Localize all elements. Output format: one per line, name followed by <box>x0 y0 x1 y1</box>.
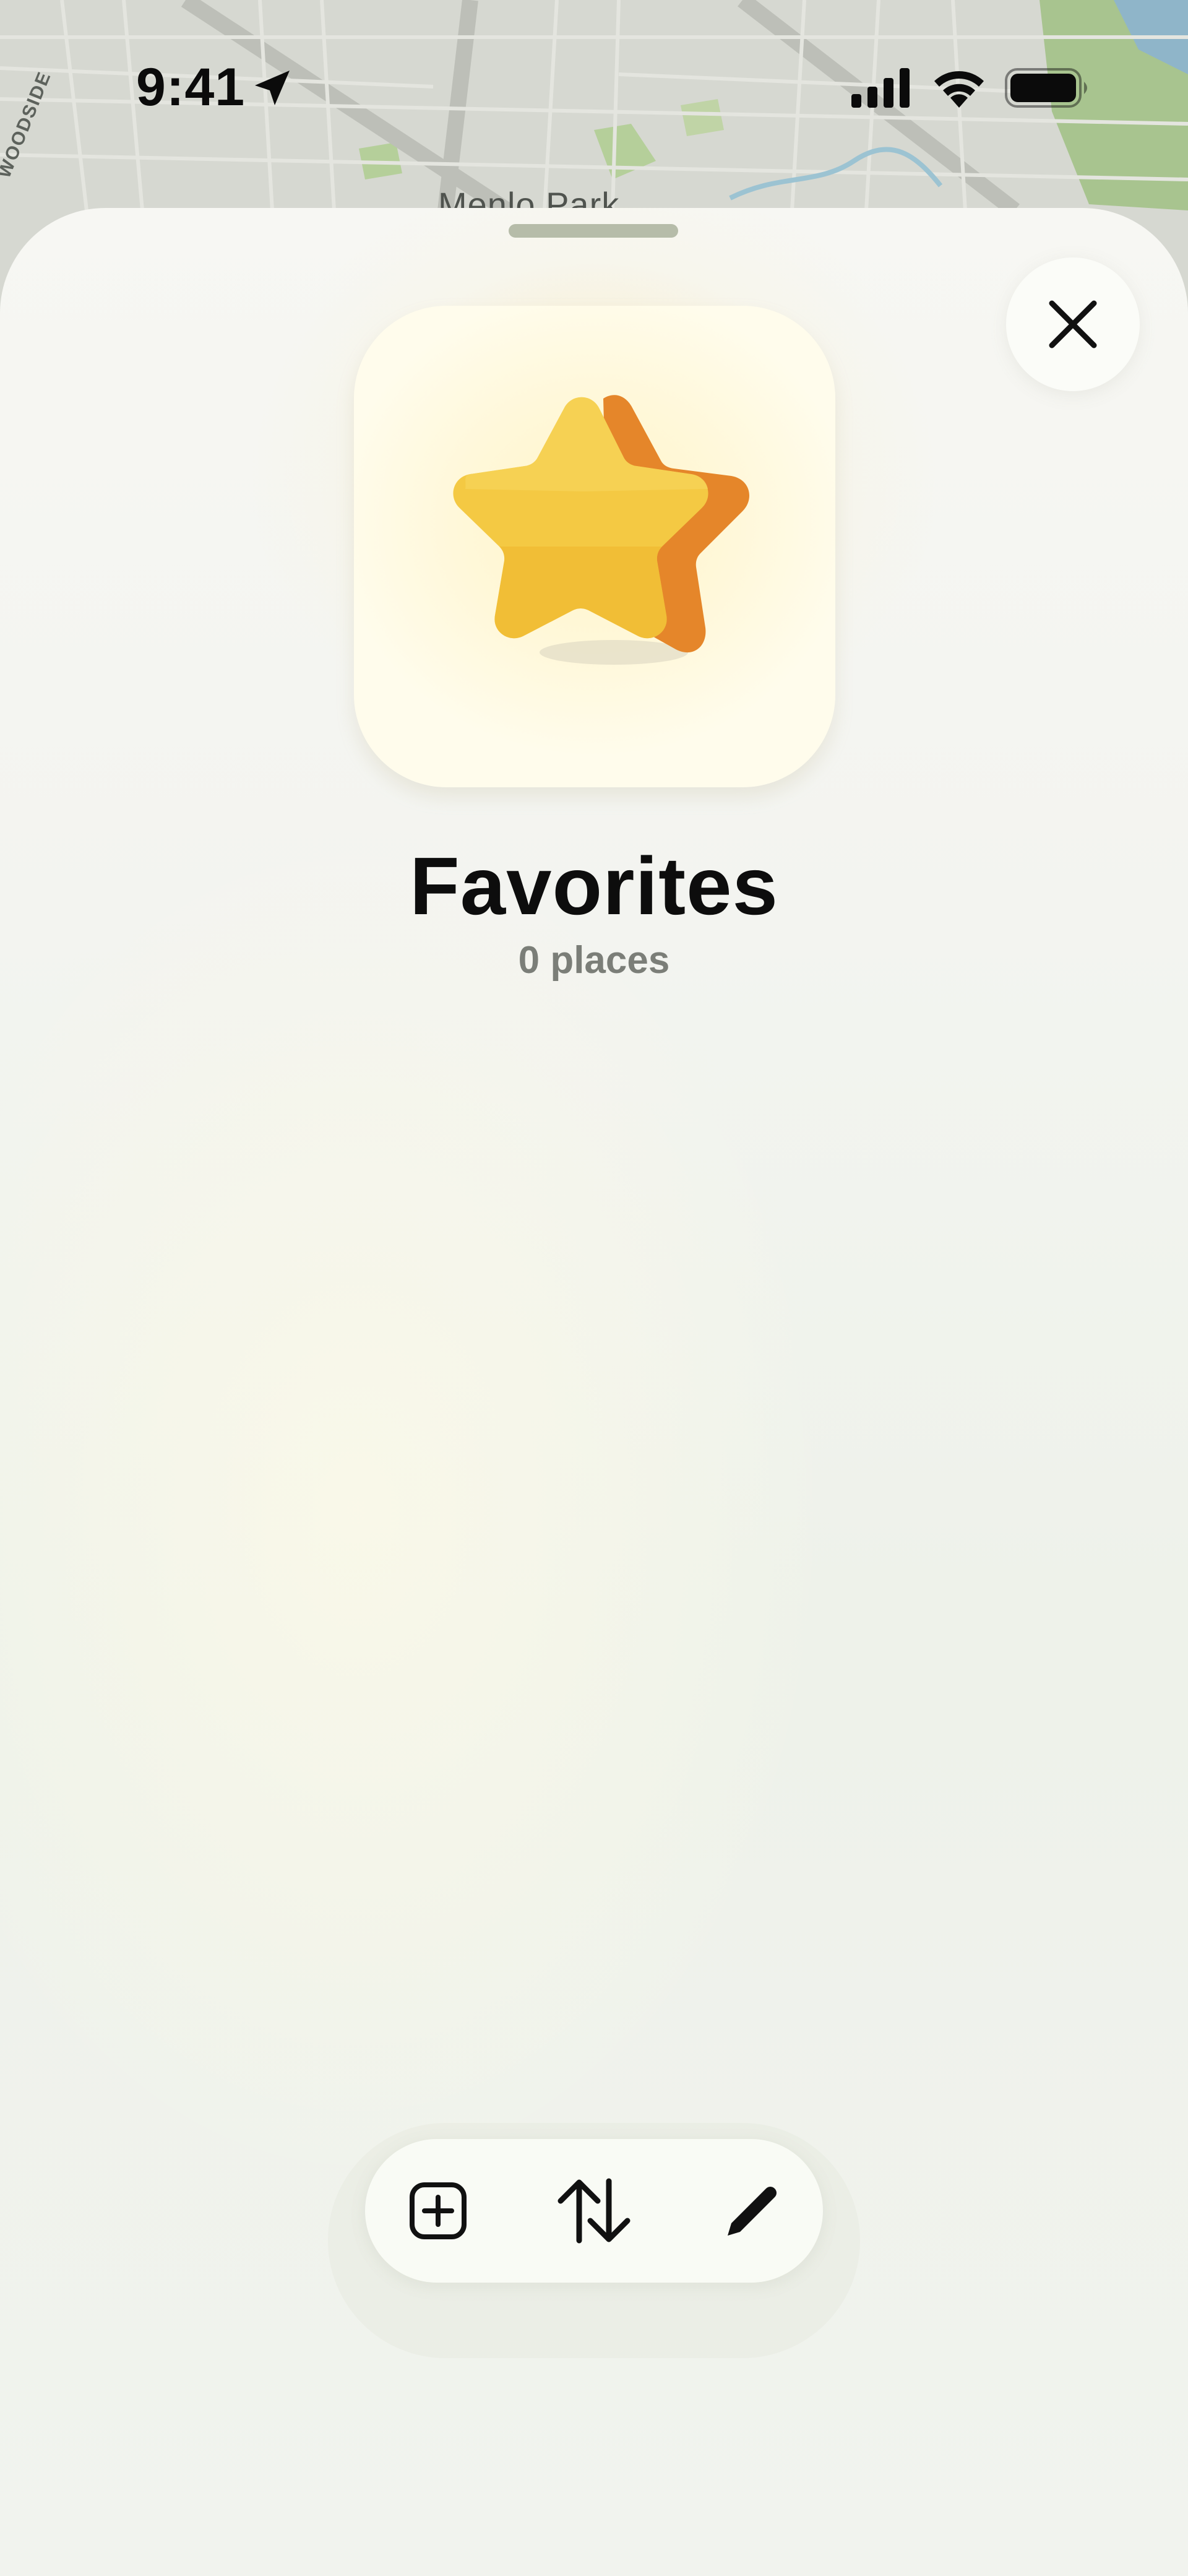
sheet-grabber[interactable] <box>509 224 678 238</box>
star-icon <box>453 395 750 665</box>
close-button[interactable] <box>1006 257 1140 391</box>
edit-button[interactable] <box>707 2168 793 2254</box>
cellular-signal-icon <box>851 68 910 108</box>
close-icon <box>1049 300 1097 348</box>
add-place-button[interactable] <box>395 2168 481 2254</box>
collection-icon-tile <box>354 306 835 787</box>
plus-square-icon <box>410 2182 467 2239</box>
sort-arrows-icon <box>557 2178 631 2244</box>
battery-icon <box>1005 68 1087 108</box>
collection-title: Favorites <box>410 841 778 931</box>
bottom-toolbar <box>365 2139 823 2283</box>
status-bar: 9:41 <box>0 0 1188 173</box>
wifi-icon <box>934 71 984 108</box>
location-arrow-icon <box>255 71 290 105</box>
collection-place-count: 0 places <box>518 939 670 982</box>
sort-button[interactable] <box>551 2168 637 2254</box>
pencil-icon <box>728 2187 777 2236</box>
status-time: 9:41 <box>136 58 246 117</box>
